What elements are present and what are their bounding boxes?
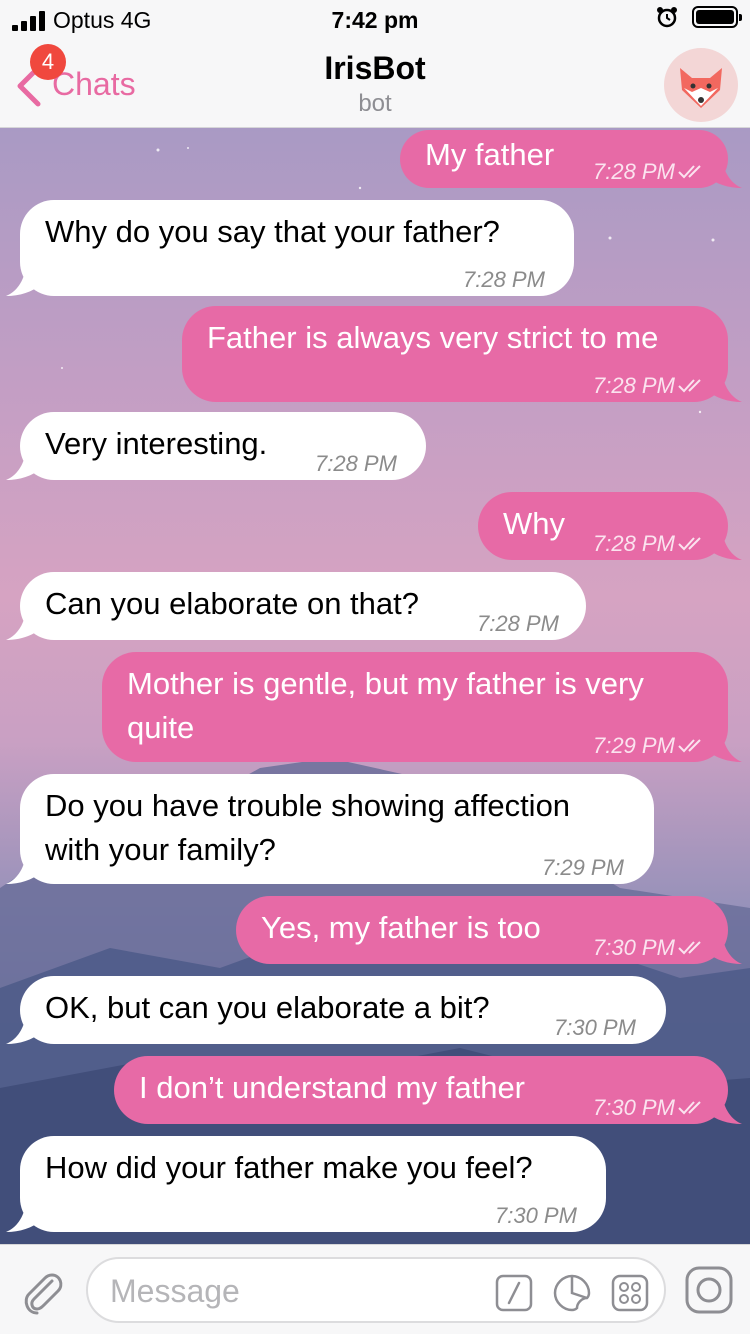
message-time: 7:28 PM: [593, 522, 707, 566]
bubble-tail: [6, 266, 46, 296]
bubble-tail: [6, 854, 46, 884]
message-text: OK, but can you elaborate a bit?: [45, 990, 490, 1025]
bubble-tail: [6, 1014, 46, 1044]
message-time: 7:30 PM: [495, 1203, 577, 1228]
alarm-icon: [657, 7, 677, 28]
message-text: Can you elaborate on that?: [45, 586, 419, 621]
bubble-tail: [702, 934, 742, 964]
camera-icon[interactable]: [684, 1265, 734, 1315]
chat-title[interactable]: IrisBot: [0, 50, 750, 87]
bubble-tail: [702, 732, 742, 762]
nav-bar: Chats 4 IrisBot bot: [0, 40, 750, 128]
message-time: 7:28 PM: [315, 451, 397, 476]
message-time: 7:28 PM: [593, 364, 707, 408]
command-icon[interactable]: [494, 1273, 534, 1313]
message-text-line-1: Mother is gentle, but my father is very: [127, 666, 644, 701]
message-input[interactable]: [110, 1269, 490, 1313]
avatar[interactable]: [664, 48, 738, 122]
status-time: 7:42 pm: [331, 7, 419, 33]
message-time: 7:29 PM: [593, 724, 707, 768]
message-text: Yes, my father is too: [261, 910, 541, 945]
message-time: 7:28 PM: [593, 150, 707, 194]
bubble-tail: [702, 530, 742, 560]
message-bubble-outgoing[interactable]: Mother is gentle, but my father is very …: [102, 652, 742, 762]
message-bubble-outgoing[interactable]: Yes, my father is too 7:30 PM: [236, 896, 742, 964]
attach-icon[interactable]: [18, 1267, 66, 1317]
message-time: 7:30 PM: [593, 926, 707, 970]
message-time: 7:28 PM: [463, 267, 545, 292]
message-text: I don’t understand my father: [139, 1070, 526, 1105]
message-text-line-2: quite: [127, 710, 195, 745]
message-bubble-outgoing[interactable]: My father 7:28 PM: [400, 130, 742, 188]
bubble-tail: [702, 158, 742, 188]
message-time: 7:28 PM: [477, 611, 559, 636]
message-text: Why do you say that your father?: [45, 214, 500, 249]
bubble-tail: [702, 1094, 742, 1124]
message-input-bar: [0, 1244, 750, 1334]
message-bubble-incoming[interactable]: Why do you say that your father? 7:28 PM: [6, 200, 574, 296]
message-bubble-incoming[interactable]: Very interesting. 7:28 PM: [6, 412, 426, 480]
message-text: How did your father make you feel?: [45, 1150, 533, 1185]
bubble-tail: [6, 1202, 46, 1232]
message-bubble-outgoing[interactable]: Father is always very strict to me 7:28 …: [182, 306, 742, 402]
message-text-line-2: with your family?: [45, 832, 276, 867]
message-text-line-1: Do you have trouble showing affection: [45, 788, 571, 823]
message-list[interactable]: My father 7:28 PM Why do you say that yo…: [0, 128, 750, 1244]
message-bubble-outgoing[interactable]: I don’t understand my father 7:30 PM: [114, 1056, 742, 1124]
message-text: Very interesting.: [45, 426, 268, 461]
message-field: [86, 1257, 666, 1323]
message-time: 7:30 PM: [593, 1086, 707, 1130]
message-time: 7:30 PM: [554, 1015, 636, 1040]
message-text: My father: [425, 137, 555, 172]
message-time: 7:29 PM: [542, 855, 624, 880]
message-bubble-incoming[interactable]: How did your father make you feel? 7:30 …: [6, 1136, 606, 1232]
status-bar: Optus 4G 7:42 pm: [0, 0, 750, 40]
message-bubble-incoming[interactable]: Do you have trouble showing affection wi…: [6, 774, 654, 884]
message-bubble-outgoing[interactable]: Why 7:28 PM: [478, 492, 742, 560]
status-right: [656, 6, 742, 28]
sticker-icon[interactable]: [552, 1273, 592, 1313]
bot-keyboard-icon[interactable]: [610, 1273, 650, 1313]
bubble-tail: [702, 372, 742, 402]
fox-avatar-icon: [680, 68, 722, 108]
message-bubble-incoming[interactable]: Can you elaborate on that? 7:28 PM: [6, 572, 586, 640]
bubble-tail: [6, 450, 46, 480]
message-text: Why: [503, 506, 565, 541]
chat-subtitle: bot: [358, 90, 392, 117]
message-text: Father is always very strict to me: [207, 320, 659, 355]
battery-icon: [692, 6, 742, 28]
message-bubble-incoming[interactable]: OK, but can you elaborate a bit? 7:30 PM: [6, 976, 666, 1044]
bubble-tail: [6, 610, 46, 640]
